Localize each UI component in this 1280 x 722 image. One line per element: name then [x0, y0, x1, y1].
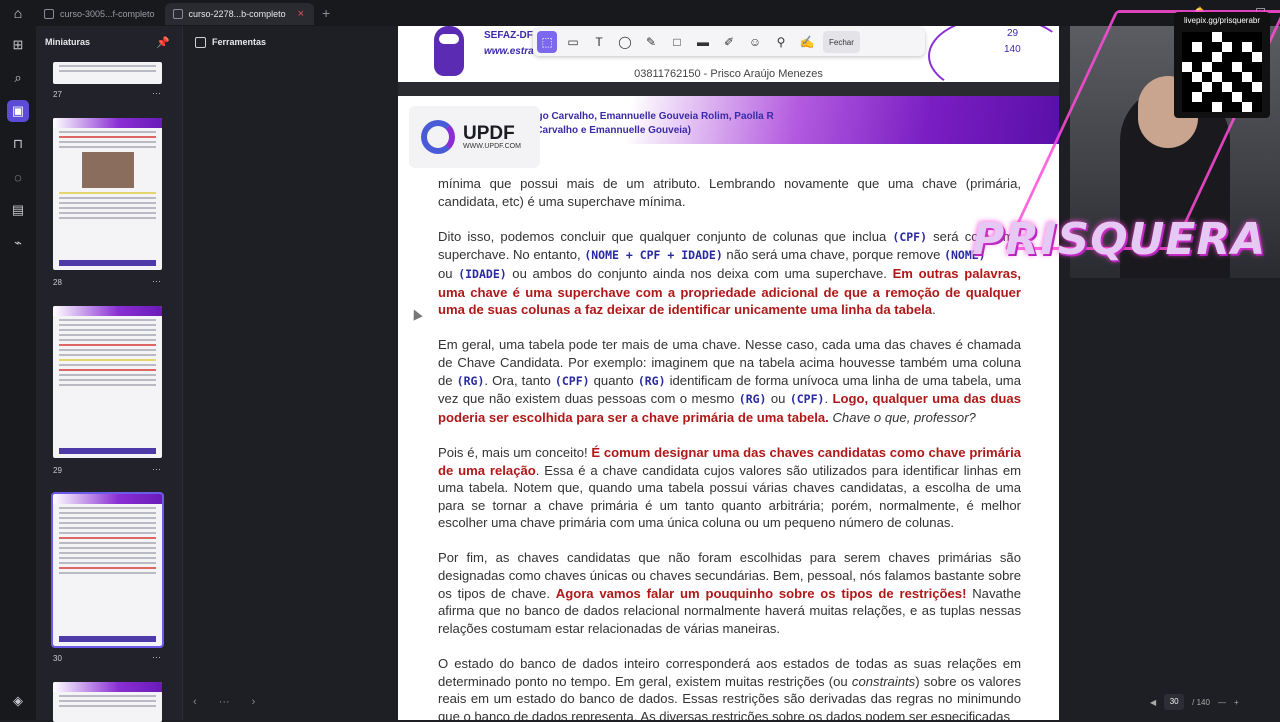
- paragraph: Em geral, uma tabela pode ter mais de um…: [438, 337, 1021, 425]
- current-page-input[interactable]: 30: [1164, 694, 1185, 710]
- footer-page-total: 140: [1004, 44, 1021, 55]
- page-number: 29: [53, 466, 62, 475]
- page-gap: [398, 82, 1059, 96]
- attachment-icon[interactable]: ⌁: [7, 232, 29, 254]
- home-icon[interactable]: ⌂: [0, 0, 36, 26]
- thumbnail-image: [81, 152, 134, 188]
- document-icon: [44, 9, 54, 19]
- highlight-tool-icon[interactable]: ▬: [693, 31, 713, 53]
- more-options-icon[interactable]: ···: [152, 464, 161, 474]
- paragraph: mínima que possui mais de um atributo. L…: [438, 176, 1021, 209]
- paragraph: Dito isso, podemos concluir que qualquer…: [438, 228, 1022, 318]
- thumbnails-title: Miniaturas: [45, 37, 91, 47]
- text-tool-icon[interactable]: T: [589, 31, 609, 53]
- annotation-toolbar: ⬚ ▭ T ◯ ✎ □ ▬ ✐ ☺ ⚲ ✍ Fechar: [533, 28, 925, 56]
- pdf-page: André Castro, Diego Carvalho, Emannuelle…: [398, 96, 1059, 720]
- search-icon[interactable]: ⌕: [7, 67, 29, 89]
- page-icon[interactable]: ▤: [7, 199, 29, 221]
- thumbnails-header: Miniaturas 📌: [36, 26, 182, 58]
- close-tab-icon[interactable]: ×: [298, 8, 304, 20]
- stamp-tool-icon[interactable]: ⚲: [771, 31, 791, 53]
- pencil-tool-icon[interactable]: ✐: [719, 31, 739, 53]
- page-number: 30: [53, 654, 62, 663]
- thumbnail-page-27[interactable]: [53, 62, 162, 84]
- page-prev-icon[interactable]: ◀: [1150, 698, 1156, 707]
- footer-page-number: 29: [1007, 28, 1019, 39]
- updf-url: WWW.UPDF.COM: [463, 143, 521, 150]
- page-number: 28: [53, 278, 62, 287]
- document-icon: [172, 9, 183, 19]
- tools-title: Ferramentas: [212, 37, 267, 47]
- close-toolbar-button[interactable]: Fechar: [823, 31, 860, 53]
- brand-url: www.estrat: [484, 46, 537, 57]
- text-box-tool-icon[interactable]: ▭: [563, 31, 583, 53]
- page-number: 27: [53, 90, 62, 99]
- qr-label: livepix.gg/prisquerabr: [1183, 16, 1261, 25]
- stream-brand: PRISQUERA: [972, 214, 1267, 265]
- more-options-icon[interactable]: ···: [152, 88, 161, 98]
- tab-label: curso-2278...b-completo: [188, 9, 286, 19]
- updf-name: UPDF: [463, 123, 515, 144]
- chevron-right-icon[interactable]: ›: [252, 696, 256, 708]
- thumbnail-page-31[interactable]: [53, 682, 162, 722]
- more-options-icon[interactable]: ···: [152, 276, 161, 286]
- qr-code-panel: livepix.gg/prisquerabr: [1174, 12, 1270, 118]
- comment-tool-icon[interactable]: ◯: [615, 31, 635, 53]
- new-tab-icon[interactable]: +: [322, 5, 330, 21]
- page-navigator: ◀ 30 / 140 — +: [1150, 692, 1239, 712]
- pen-tool-icon[interactable]: ✎: [641, 31, 661, 53]
- toolbox-icon: [195, 36, 206, 48]
- more-options-icon[interactable]: ···: [152, 652, 161, 662]
- chevron-left-icon[interactable]: ‹: [193, 696, 197, 708]
- paragraph: Pois é, mais um conceito! É comum design…: [438, 444, 1022, 531]
- updf-icon[interactable]: ◈: [7, 690, 29, 712]
- more-icon[interactable]: ···: [219, 696, 230, 708]
- select-tool-icon[interactable]: ⬚: [537, 31, 557, 53]
- tab-label: curso-3005...f-completo: [60, 9, 155, 19]
- signature-tool-icon[interactable]: ✍: [797, 31, 817, 53]
- qr-code-icon: [1182, 32, 1262, 112]
- tools-panel: Ferramentas ‹ ··· ›: [182, 26, 398, 720]
- shape-tool-icon[interactable]: □: [667, 31, 687, 53]
- page-body: mínima que possui mais de um atributo. L…: [438, 175, 1021, 720]
- panel-nav: ‹ ··· ›: [193, 696, 255, 708]
- sticker-tool-icon[interactable]: ☺: [745, 31, 765, 53]
- thumbnail-page-30[interactable]: [51, 492, 164, 648]
- bookmark-icon[interactable]: ⊓: [7, 133, 29, 155]
- updf-watermark: UPDF WWW.UPDF.COM: [409, 106, 540, 168]
- pin-icon[interactable]: 📌: [156, 36, 170, 49]
- thumbnail-page-28[interactable]: [53, 118, 162, 270]
- comment-icon[interactable]: ◌: [7, 166, 29, 188]
- zoom-out-icon[interactable]: —: [1218, 698, 1226, 707]
- thumbnail-page-29[interactable]: [53, 306, 162, 458]
- document-viewer[interactable]: SEFAZ-DF www.estrat 29 140 03811762150 -…: [398, 26, 1059, 720]
- tab-bar: ⌂ curso-3005...f-completo curso-2278...b…: [0, 0, 1280, 26]
- zoom-in-icon[interactable]: +: [1234, 698, 1239, 707]
- paragraph: O estado do banco de dados inteiro corre…: [438, 656, 1021, 720]
- apps-grid-icon[interactable]: ⊞: [7, 34, 29, 56]
- left-rail: ⊞ ⌕ ▣ ⊓ ◌ ▤ ⌁ ◈: [0, 26, 36, 720]
- updf-logo-icon: [421, 120, 455, 154]
- tab-document-2[interactable]: curso-2278...b-completo ×: [164, 3, 315, 25]
- page-total: / 140: [1192, 697, 1210, 707]
- thumbnails-panel: Miniaturas 📌 27 ··· 28 ··· 29 ··· 30 ···: [36, 26, 182, 722]
- paragraph: Por fim, as chaves candidatas que não fo…: [438, 550, 1021, 636]
- thumbnails-icon[interactable]: ▣: [7, 100, 29, 122]
- tab-document-1[interactable]: curso-3005...f-completo: [36, 3, 165, 25]
- brand-text: SEFAZ-DF: [484, 30, 533, 41]
- watermark-owner: 03811762150 - Prisco Araújo Menezes: [634, 68, 823, 80]
- tools-header[interactable]: Ferramentas: [183, 26, 398, 58]
